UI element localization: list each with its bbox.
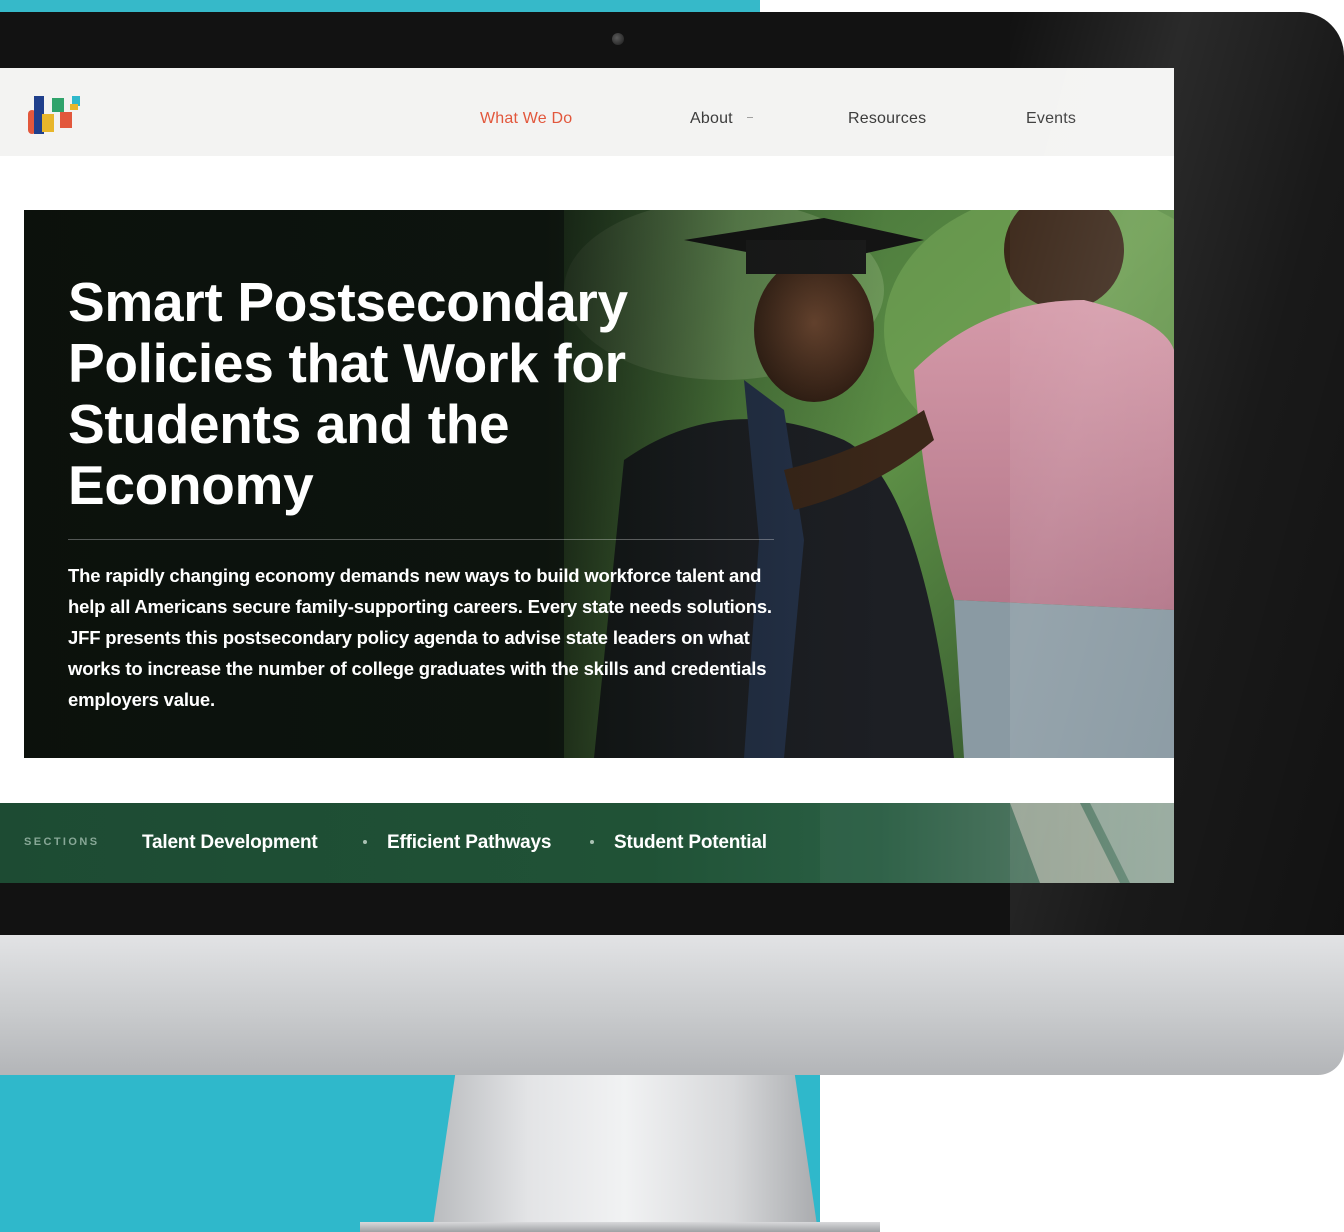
section-link-student-potential[interactable]: Student Potential — [614, 832, 767, 854]
monitor-chin — [0, 935, 1344, 1075]
monitor-stand-base — [360, 1222, 880, 1232]
hero-description: The rapidly changing economy demands new… — [68, 565, 772, 710]
nav-about[interactable]: About — [690, 110, 733, 128]
sections-bar: SECTIONS Talent Development Efficient Pa… — [0, 803, 1174, 883]
sections-background-photo — [820, 803, 1174, 883]
hero-title: Smart Postsecondary Policies that Work f… — [68, 271, 628, 516]
monitor-stand — [432, 1075, 818, 1232]
nav-what-we-do[interactable]: What We Do — [480, 110, 572, 128]
monitor-mockup: What We Do About Resources Events Smart … — [0, 0, 1344, 1232]
sections-label: SECTIONS — [24, 836, 100, 848]
section-link-efficient-pathways[interactable]: Efficient Pathways — [387, 832, 551, 854]
separator-dot — [363, 840, 367, 844]
dropdown-caret-icon — [747, 117, 753, 118]
separator-dot — [590, 840, 594, 844]
hero-banner: Smart Postsecondary Policies that Work f… — [24, 210, 1174, 758]
site-header: What We Do About Resources Events — [0, 68, 1174, 156]
webcam-icon — [612, 33, 624, 45]
hero-divider — [68, 539, 774, 540]
section-link-talent-development[interactable]: Talent Development — [142, 832, 318, 854]
website-screen: What We Do About Resources Events Smart … — [0, 68, 1174, 883]
jff-logo[interactable] — [22, 90, 88, 136]
nav-events[interactable]: Events — [1026, 110, 1076, 128]
nav-resources[interactable]: Resources — [848, 110, 926, 128]
